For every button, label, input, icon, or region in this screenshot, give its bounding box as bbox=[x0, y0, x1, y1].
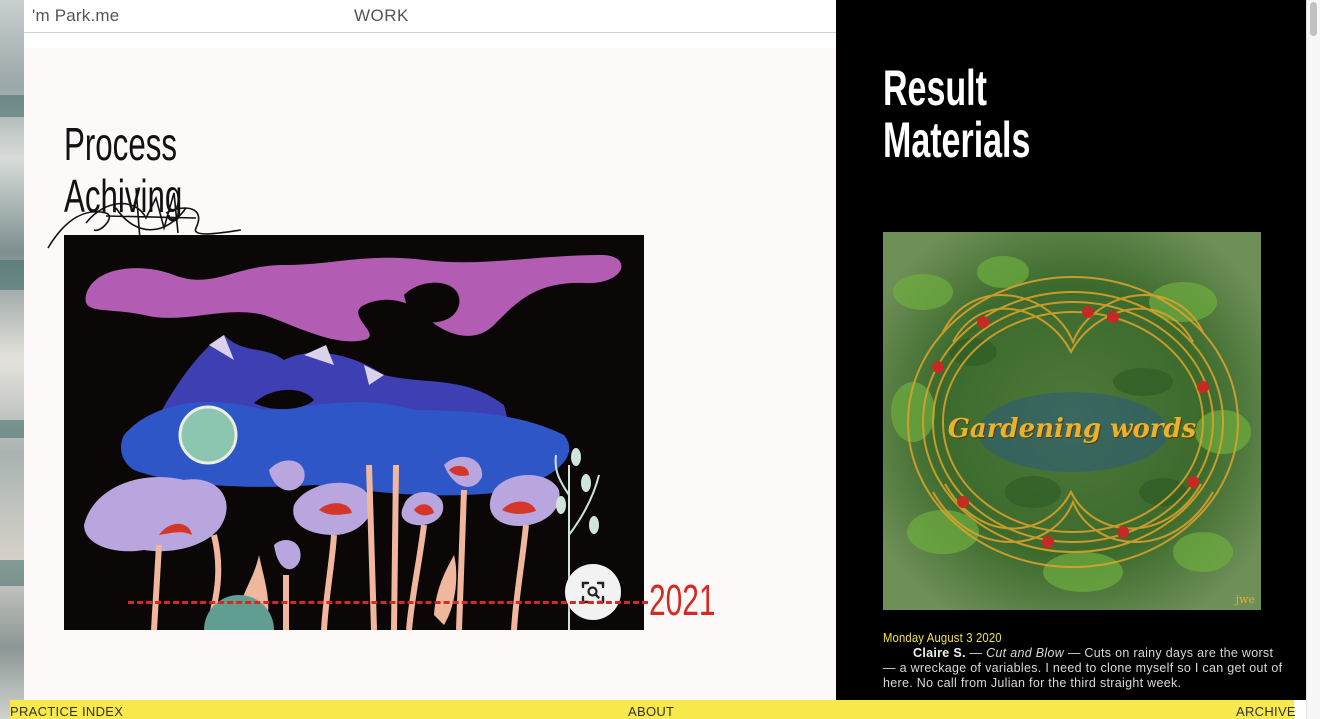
process-panel: Process Achiving 2021 bbox=[24, 48, 836, 700]
process-heading-line1: Process bbox=[64, 118, 177, 170]
result-heading: Result Materials bbox=[883, 62, 1030, 166]
result-heading-line1: Result bbox=[883, 60, 987, 116]
scrollbar-thumb[interactable] bbox=[1310, 2, 1317, 36]
post-separator: — bbox=[969, 646, 987, 660]
post-body: Claire S. — Cut and Blow — Cuts on rainy… bbox=[883, 646, 1283, 691]
left-background-strip bbox=[0, 0, 24, 719]
result-panel: Result Materials Gardening words jwe Mon… bbox=[836, 0, 1306, 700]
result-artwork-image[interactable]: Gardening words jwe bbox=[883, 232, 1261, 610]
garden-image-signature: jwe bbox=[1235, 593, 1255, 606]
post-title: Cut and Blow bbox=[986, 646, 1065, 660]
footer-practice-link[interactable]: PRACTICE bbox=[10, 704, 78, 719]
garden-image-title: Gardening words bbox=[947, 414, 1197, 444]
nav-work-link[interactable]: WORK bbox=[354, 6, 409, 26]
lens-search-button[interactable] bbox=[565, 564, 621, 620]
timeline-year: 2021 bbox=[649, 576, 716, 625]
timeline-dashed-line bbox=[128, 601, 648, 604]
strip-band bbox=[0, 560, 24, 586]
footer-about-link[interactable]: ABOUT bbox=[628, 704, 674, 719]
post-separator: — bbox=[1067, 646, 1085, 660]
site-brand-link[interactable]: 'm Park.me bbox=[32, 6, 119, 26]
process-artwork-image[interactable] bbox=[64, 235, 644, 630]
post-author: Claire S. bbox=[913, 646, 966, 660]
strip-band bbox=[0, 420, 24, 438]
strip-band bbox=[0, 95, 24, 117]
strip-band bbox=[0, 260, 24, 290]
page-scrollbar[interactable] bbox=[1306, 0, 1320, 719]
footer-bar: PRACTICE INDEX ABOUT ARCHIVE bbox=[10, 700, 1296, 719]
footer-archive-link[interactable]: ARCHIVE bbox=[1236, 704, 1296, 719]
post-date: Monday August 3 2020 bbox=[883, 631, 1002, 645]
top-navigation: 'm Park.me WORK bbox=[24, 0, 836, 33]
result-heading-line2: Materials bbox=[883, 112, 1031, 168]
footer-index-link[interactable]: INDEX bbox=[82, 704, 123, 719]
